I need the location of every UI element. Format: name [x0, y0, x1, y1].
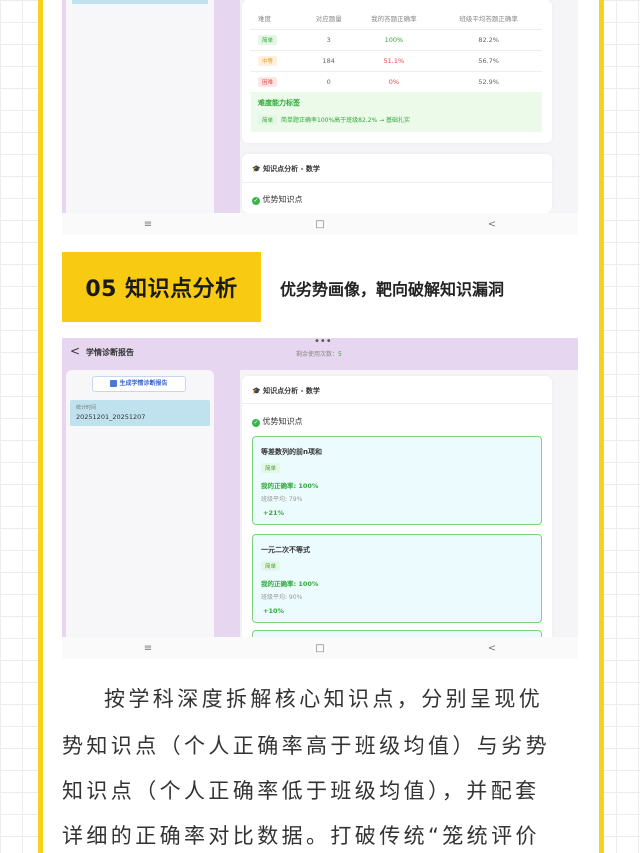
kp-header: 🎓 知识点分析 - 数学 — [252, 386, 320, 396]
my-rate-cell: 0% — [352, 71, 436, 93]
class-average: 班级平均: 90% — [261, 594, 303, 601]
kp-section-label: 优势知识点 — [262, 417, 303, 426]
col-header: 我的答题正确率 — [352, 8, 436, 30]
sidebar-fragment — [66, 0, 214, 213]
kp-section-label: 优势知识点 — [262, 195, 303, 204]
kp-section: ✓ 优势知识点 — [252, 194, 303, 205]
count-cell: 184 — [305, 50, 353, 72]
report-icon — [110, 380, 118, 387]
sidebar-selected-item[interactable] — [72, 0, 208, 4]
my-rate: 我的正确率: 100% — [261, 482, 319, 490]
kp-divider — [242, 182, 552, 183]
paragraph-line: 详细的正确率对比数据。打破传统“笼统评价 — [62, 824, 540, 848]
kp-header: 🎓 知识点分析 - 数学 — [252, 164, 320, 174]
home-icon[interactable]: □ — [290, 219, 350, 230]
paragraph-line: 知识点（个人正确率低于班级均值），并配套 — [62, 779, 540, 803]
back-icon[interactable]: < — [462, 219, 522, 230]
difficulty-tag: 中等 — [258, 55, 278, 66]
count-cell: 0 — [305, 71, 353, 93]
remaining-count: 剩余使用次数：5 — [296, 349, 342, 358]
page-title: 学情诊断报告 — [86, 348, 134, 357]
difficulty-tag: 简单 — [261, 561, 281, 571]
difficulty-tag: 简单 — [261, 463, 281, 473]
section-badge: 05 知识点分析 — [62, 252, 261, 322]
col-header: 班级平均答题正确率 — [435, 8, 542, 30]
kp-section: ✓ 优势知识点 — [252, 416, 303, 427]
class-average: 班级平均: 79% — [261, 496, 303, 503]
app-header: < 学情诊断报告 ••• 剩余使用次数：5 — [62, 338, 578, 366]
kp-title: 一元二次不等式 — [261, 546, 310, 554]
menu-icon[interactable]: ≡ — [118, 643, 178, 654]
home-icon[interactable]: □ — [290, 643, 350, 654]
section-subtitle: 优劣势画像，靶向破解知识漏洞 — [280, 280, 505, 299]
generate-report-button[interactable]: 生成学情诊断报告 — [92, 376, 186, 392]
class-rate-cell: 52.9% — [435, 71, 542, 93]
menu-icon[interactable]: ≡ — [118, 219, 178, 230]
table-header-row: 难度 对应题量 我的答题正确率 班级平均答题正确率 — [250, 8, 542, 30]
ability-title: 难度能力标签 — [258, 99, 300, 107]
graduation-cap-icon: 🎓 — [252, 165, 261, 173]
remaining-label: 剩余使用次数： — [296, 351, 339, 358]
back-arrow-icon[interactable]: < — [70, 344, 80, 358]
rate-difference: +10% — [263, 607, 285, 615]
my-rate: 我的正确率: 100% — [261, 580, 319, 588]
paragraph-line: 按学科深度拆解核心知识点，分别呈现优 — [104, 687, 544, 711]
check-circle-icon: ✓ — [252, 419, 260, 427]
count-cell: 3 — [305, 29, 353, 51]
col-header: 对应题量 — [305, 8, 353, 30]
kp-title: 等差数列的前n项和 — [261, 448, 322, 456]
ability-box: 难度能力标签 简单 简单题正确率100%高于班级82.2% → 基础扎实 — [251, 92, 542, 132]
class-rate-cell: 82.2% — [435, 29, 542, 51]
class-rate-cell: 56.7% — [435, 50, 542, 72]
paragraph-line: 势知识点（个人正确率高于班级均值）与劣势 — [62, 734, 550, 758]
graduation-cap-icon: 🎓 — [252, 387, 261, 395]
table-row: 中等 184 51.1% 56.7% — [250, 50, 542, 72]
my-rate-cell: 51.1% — [352, 50, 436, 72]
period-label: 统计时间 — [76, 405, 97, 411]
ability-tag: 简单 — [258, 115, 278, 125]
difficulty-tag: 简单 — [258, 34, 278, 45]
my-rate-cell: 100% — [352, 29, 436, 51]
table-row: 困难 0 0% 52.9% — [250, 71, 542, 93]
android-nav-bar-bottom: ≡ □ < — [62, 637, 578, 659]
android-nav-bar-top: ≡ □ < — [62, 213, 578, 235]
difficulty-tag: 困难 — [258, 76, 278, 87]
more-icon[interactable]: ••• — [314, 338, 332, 347]
kp-divider — [242, 403, 552, 404]
difficulty-table: 难度 对应题量 我的答题正确率 班级平均答题正确率 简单 3 100% 82.2… — [250, 8, 542, 93]
period-value: 20251201_20251207 — [76, 413, 146, 421]
rate-difference: +21% — [263, 509, 285, 517]
ability-text: 简单题正确率100%高于班级82.2% → 基础扎实 — [281, 117, 411, 124]
next-card-edge — [252, 630, 542, 637]
strength-card[interactable]: 一元二次不等式 简单 我的正确率: 100% 班级平均: 90% +10% — [252, 534, 542, 623]
kp-header-label: 知识点分析 - 数学 — [263, 387, 320, 395]
strength-card[interactable]: 等差数列的前n项和 简单 我的正确率: 100% 班级平均: 79% +21% — [252, 436, 542, 525]
kp-card-top: 🎓 知识点分析 - 数学 ✓ 优势知识点 — [242, 154, 552, 213]
back-icon[interactable]: < — [462, 643, 522, 654]
period-item[interactable]: 统计时间 20251201_20251207 — [70, 400, 210, 426]
sidebar: 生成学情诊断报告 统计时间 20251201_20251207 — [66, 370, 214, 637]
table-row: 简单 3 100% 82.2% — [250, 29, 542, 51]
remaining-value: 5 — [338, 351, 342, 358]
check-circle-icon: ✓ — [252, 197, 260, 205]
kp-header-label: 知识点分析 - 数学 — [263, 165, 320, 173]
generate-report-label: 生成学情诊断报告 — [119, 380, 168, 387]
col-header: 难度 — [250, 8, 305, 30]
